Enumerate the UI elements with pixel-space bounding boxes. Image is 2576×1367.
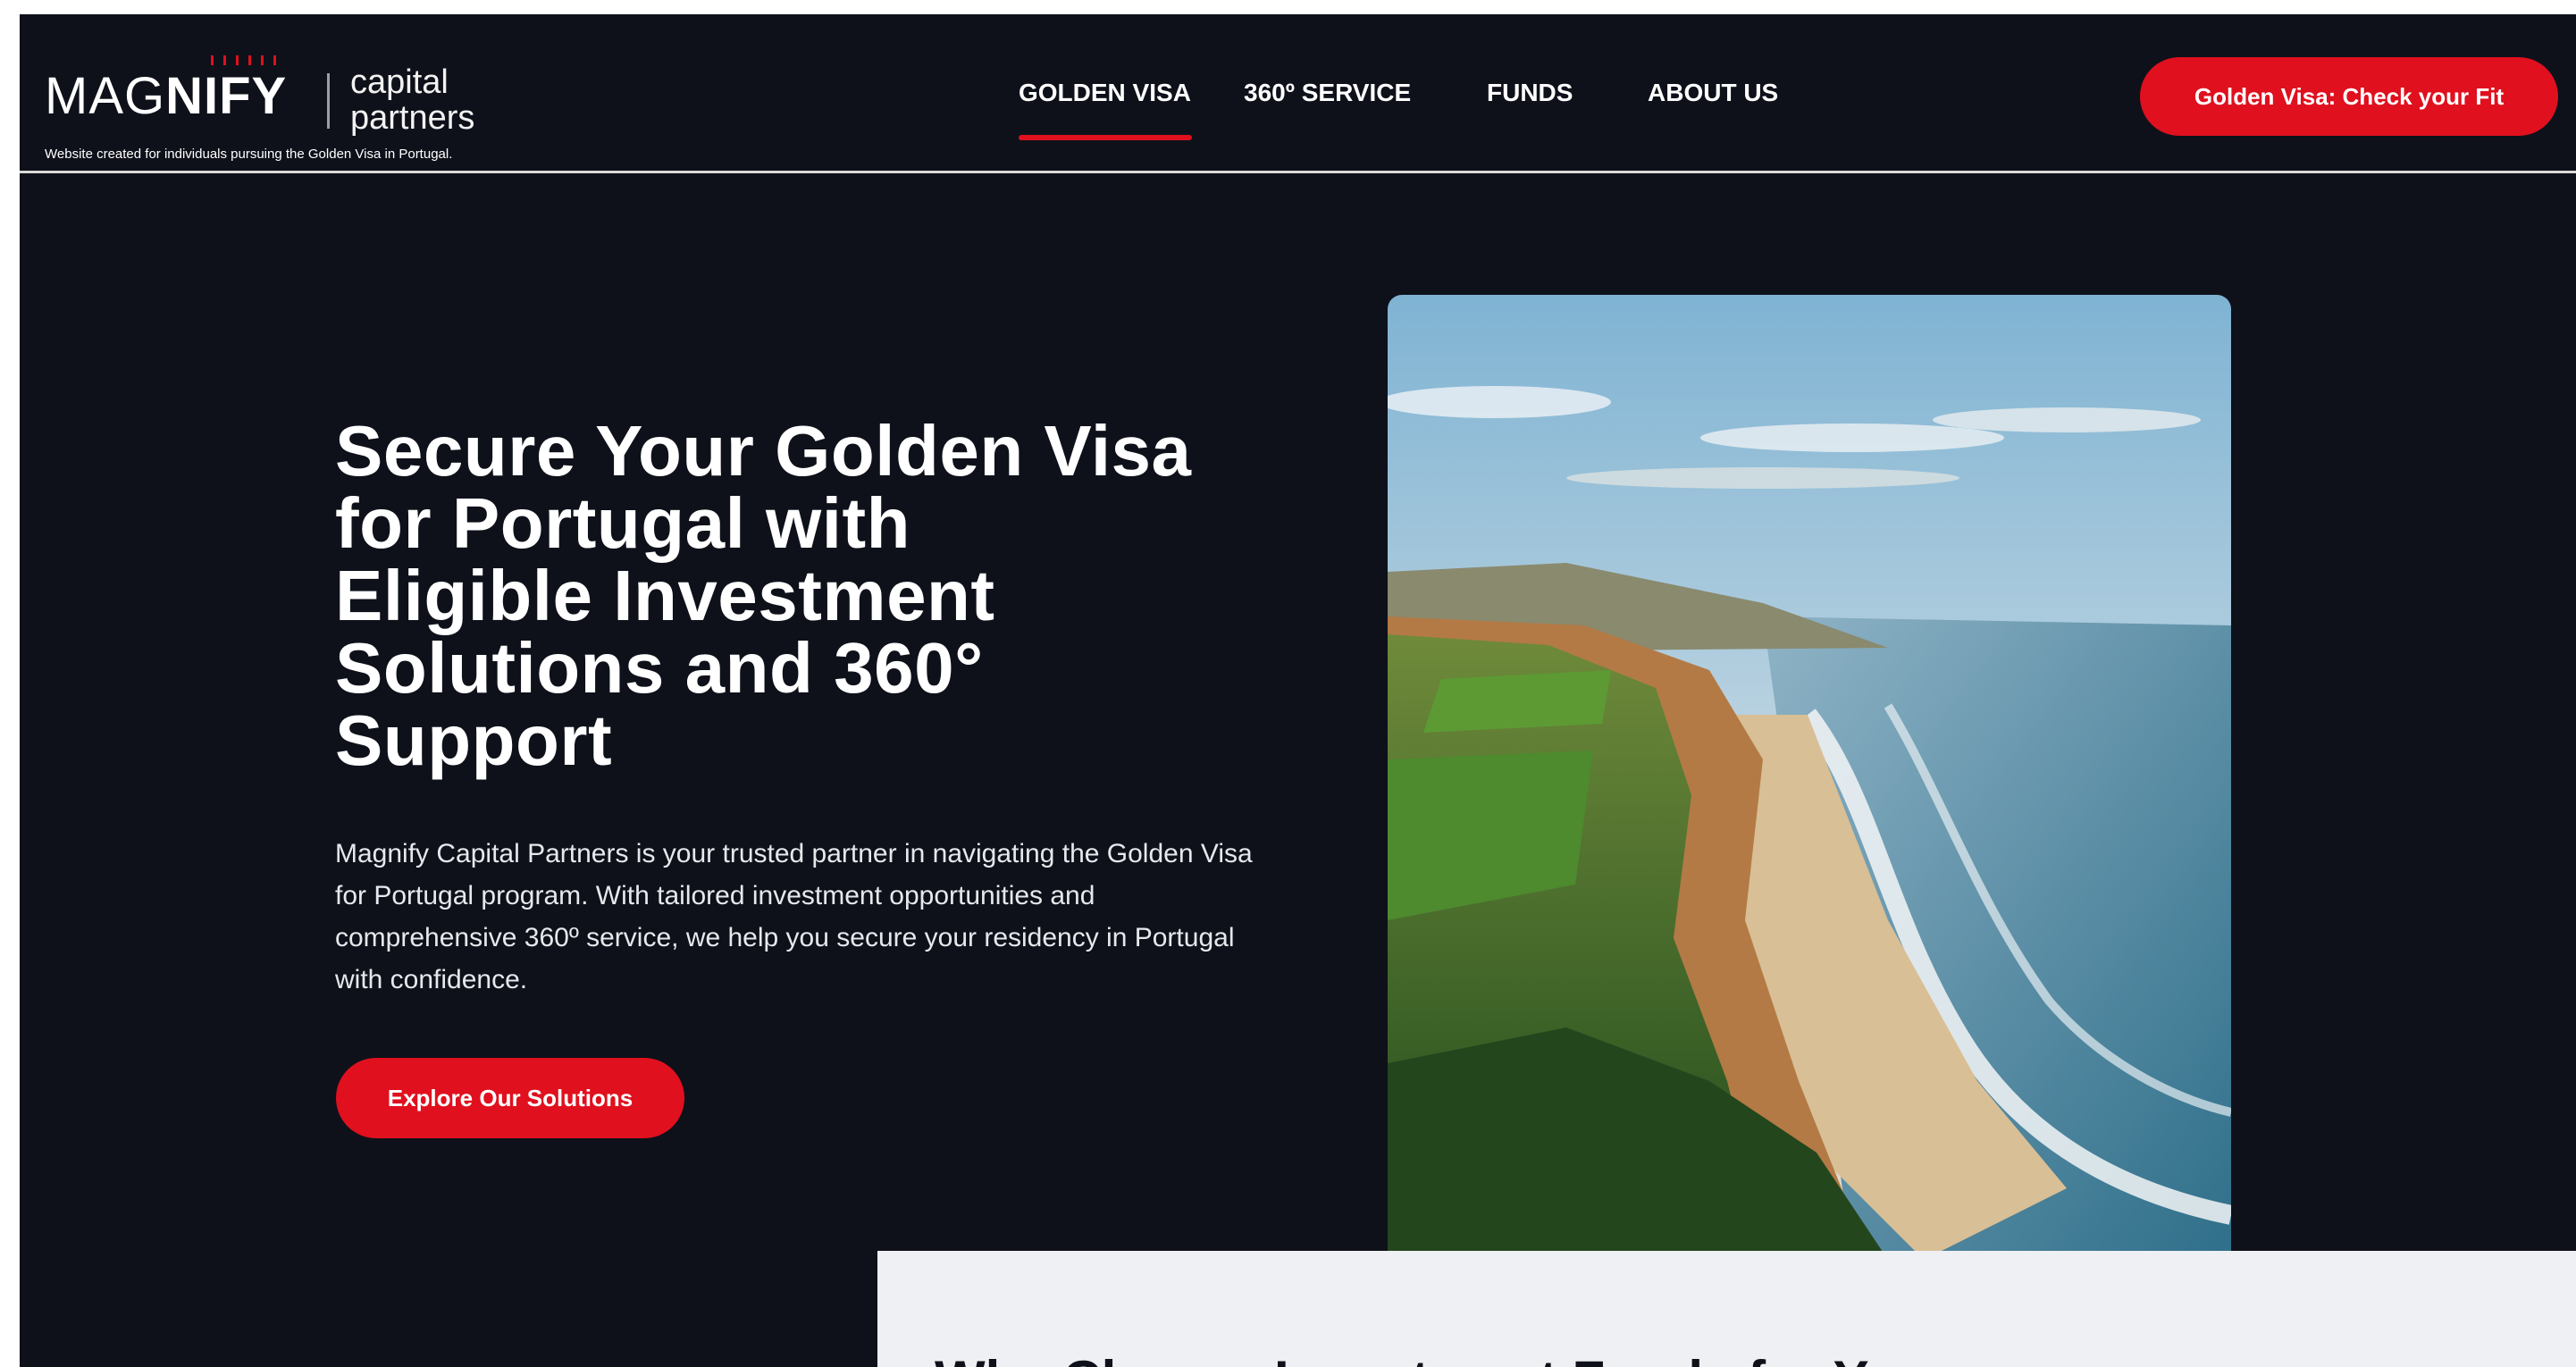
- logo-tagline: Website created for individuals pursuing…: [45, 147, 453, 162]
- check-fit-button[interactable]: Golden Visa: Check your Fit: [2140, 57, 2558, 136]
- logo-divider: [327, 73, 330, 129]
- hero-description: Magnify Capital Partners is your trusted…: [335, 839, 1253, 994]
- section-heading: Why Choose Investment Funds for Your: [935, 1349, 1951, 1367]
- hero-title: Secure Your Golden Visa for Portugal wit…: [335, 411, 1192, 780]
- logo-subtitle: capital partners: [350, 63, 475, 137]
- page: MAGNIFY capital partners Website created…: [20, 14, 2576, 1367]
- next-section-panel: Why Choose Investment Funds for Your: [877, 1251, 2576, 1367]
- nav-active-indicator: [1019, 135, 1192, 140]
- logo-brand: MAGNIFY: [45, 67, 288, 125]
- nav-golden-visa[interactable]: GOLDEN VISA: [1019, 79, 1191, 107]
- logo[interactable]: MAGNIFY capital partners Website created…: [45, 34, 599, 162]
- coastal-cliffs-photo: [1388, 295, 2231, 1260]
- nav-360-service[interactable]: 360º SERVICE: [1244, 79, 1411, 107]
- nav-funds[interactable]: FUNDS: [1487, 79, 1573, 107]
- site-header: MAGNIFY capital partners Website created…: [20, 14, 2576, 173]
- nav-about-us[interactable]: ABOUT US: [1648, 79, 1778, 107]
- explore-solutions-button[interactable]: Explore Our Solutions: [336, 1058, 684, 1138]
